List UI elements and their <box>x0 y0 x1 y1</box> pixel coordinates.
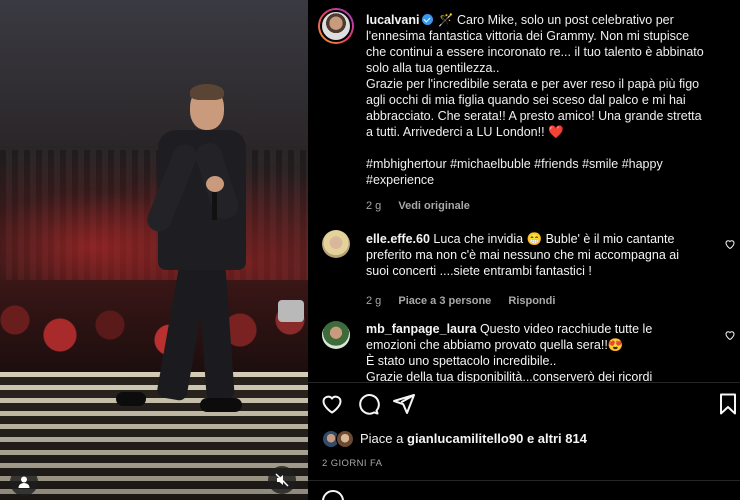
comment-item: mb_fanpage_laura Questo video racchiude … <box>366 322 653 382</box>
action-bar <box>308 392 740 420</box>
comment-likes[interactable]: Piace a 3 persone <box>398 295 491 307</box>
audience-phone <box>278 300 304 322</box>
comment-icon[interactable] <box>356 392 380 416</box>
heart-icon[interactable] <box>320 392 344 416</box>
mute-icon[interactable] <box>268 466 296 494</box>
user-tag-icon[interactable] <box>10 468 38 496</box>
commenter-avatar[interactable] <box>322 230 350 258</box>
emoji-icon[interactable] <box>322 490 344 500</box>
like-comment-heart-icon[interactable] <box>724 237 736 250</box>
hashtags[interactable]: #experience <box>366 172 726 188</box>
hashtags[interactable]: #mbhighertour #michaelbuble #friends #sm… <box>366 156 726 172</box>
post-time: 2 g <box>366 200 382 212</box>
post-panel: lucalvani 🪄 Caro Mike, solo un post cele… <box>308 0 740 500</box>
bookmark-icon[interactable] <box>716 392 740 416</box>
share-icon[interactable] <box>392 392 416 416</box>
like-comment-heart-icon[interactable] <box>724 328 736 341</box>
comments-scroll[interactable]: lucalvani 🪄 Caro Mike, solo un post cele… <box>308 0 740 382</box>
commenter-avatar[interactable] <box>322 321 350 349</box>
likes-summary[interactable]: Piace a gianlucamilitello90 e altri 814 <box>322 430 587 448</box>
verified-icon <box>421 14 433 25</box>
post-caption: lucalvani 🪄 Caro Mike, solo un post cele… <box>366 12 726 214</box>
liker-username[interactable]: gianlucamilitello90 <box>407 430 523 448</box>
divider <box>308 382 740 383</box>
post-media[interactable] <box>0 0 308 500</box>
see-original-link[interactable]: Vedi originale <box>398 200 470 212</box>
comment-item: elle.effe.60 Luca che invidia 😁 Buble' è… <box>366 232 679 307</box>
post-date: 2 GIORNI FA <box>322 458 383 469</box>
reply-button[interactable]: Rispondi <box>508 295 555 307</box>
divider <box>308 480 740 481</box>
author-avatar[interactable] <box>318 8 354 44</box>
author-username[interactable]: lucalvani <box>366 13 420 27</box>
liker-avatar <box>336 430 354 448</box>
performer <box>108 80 258 420</box>
